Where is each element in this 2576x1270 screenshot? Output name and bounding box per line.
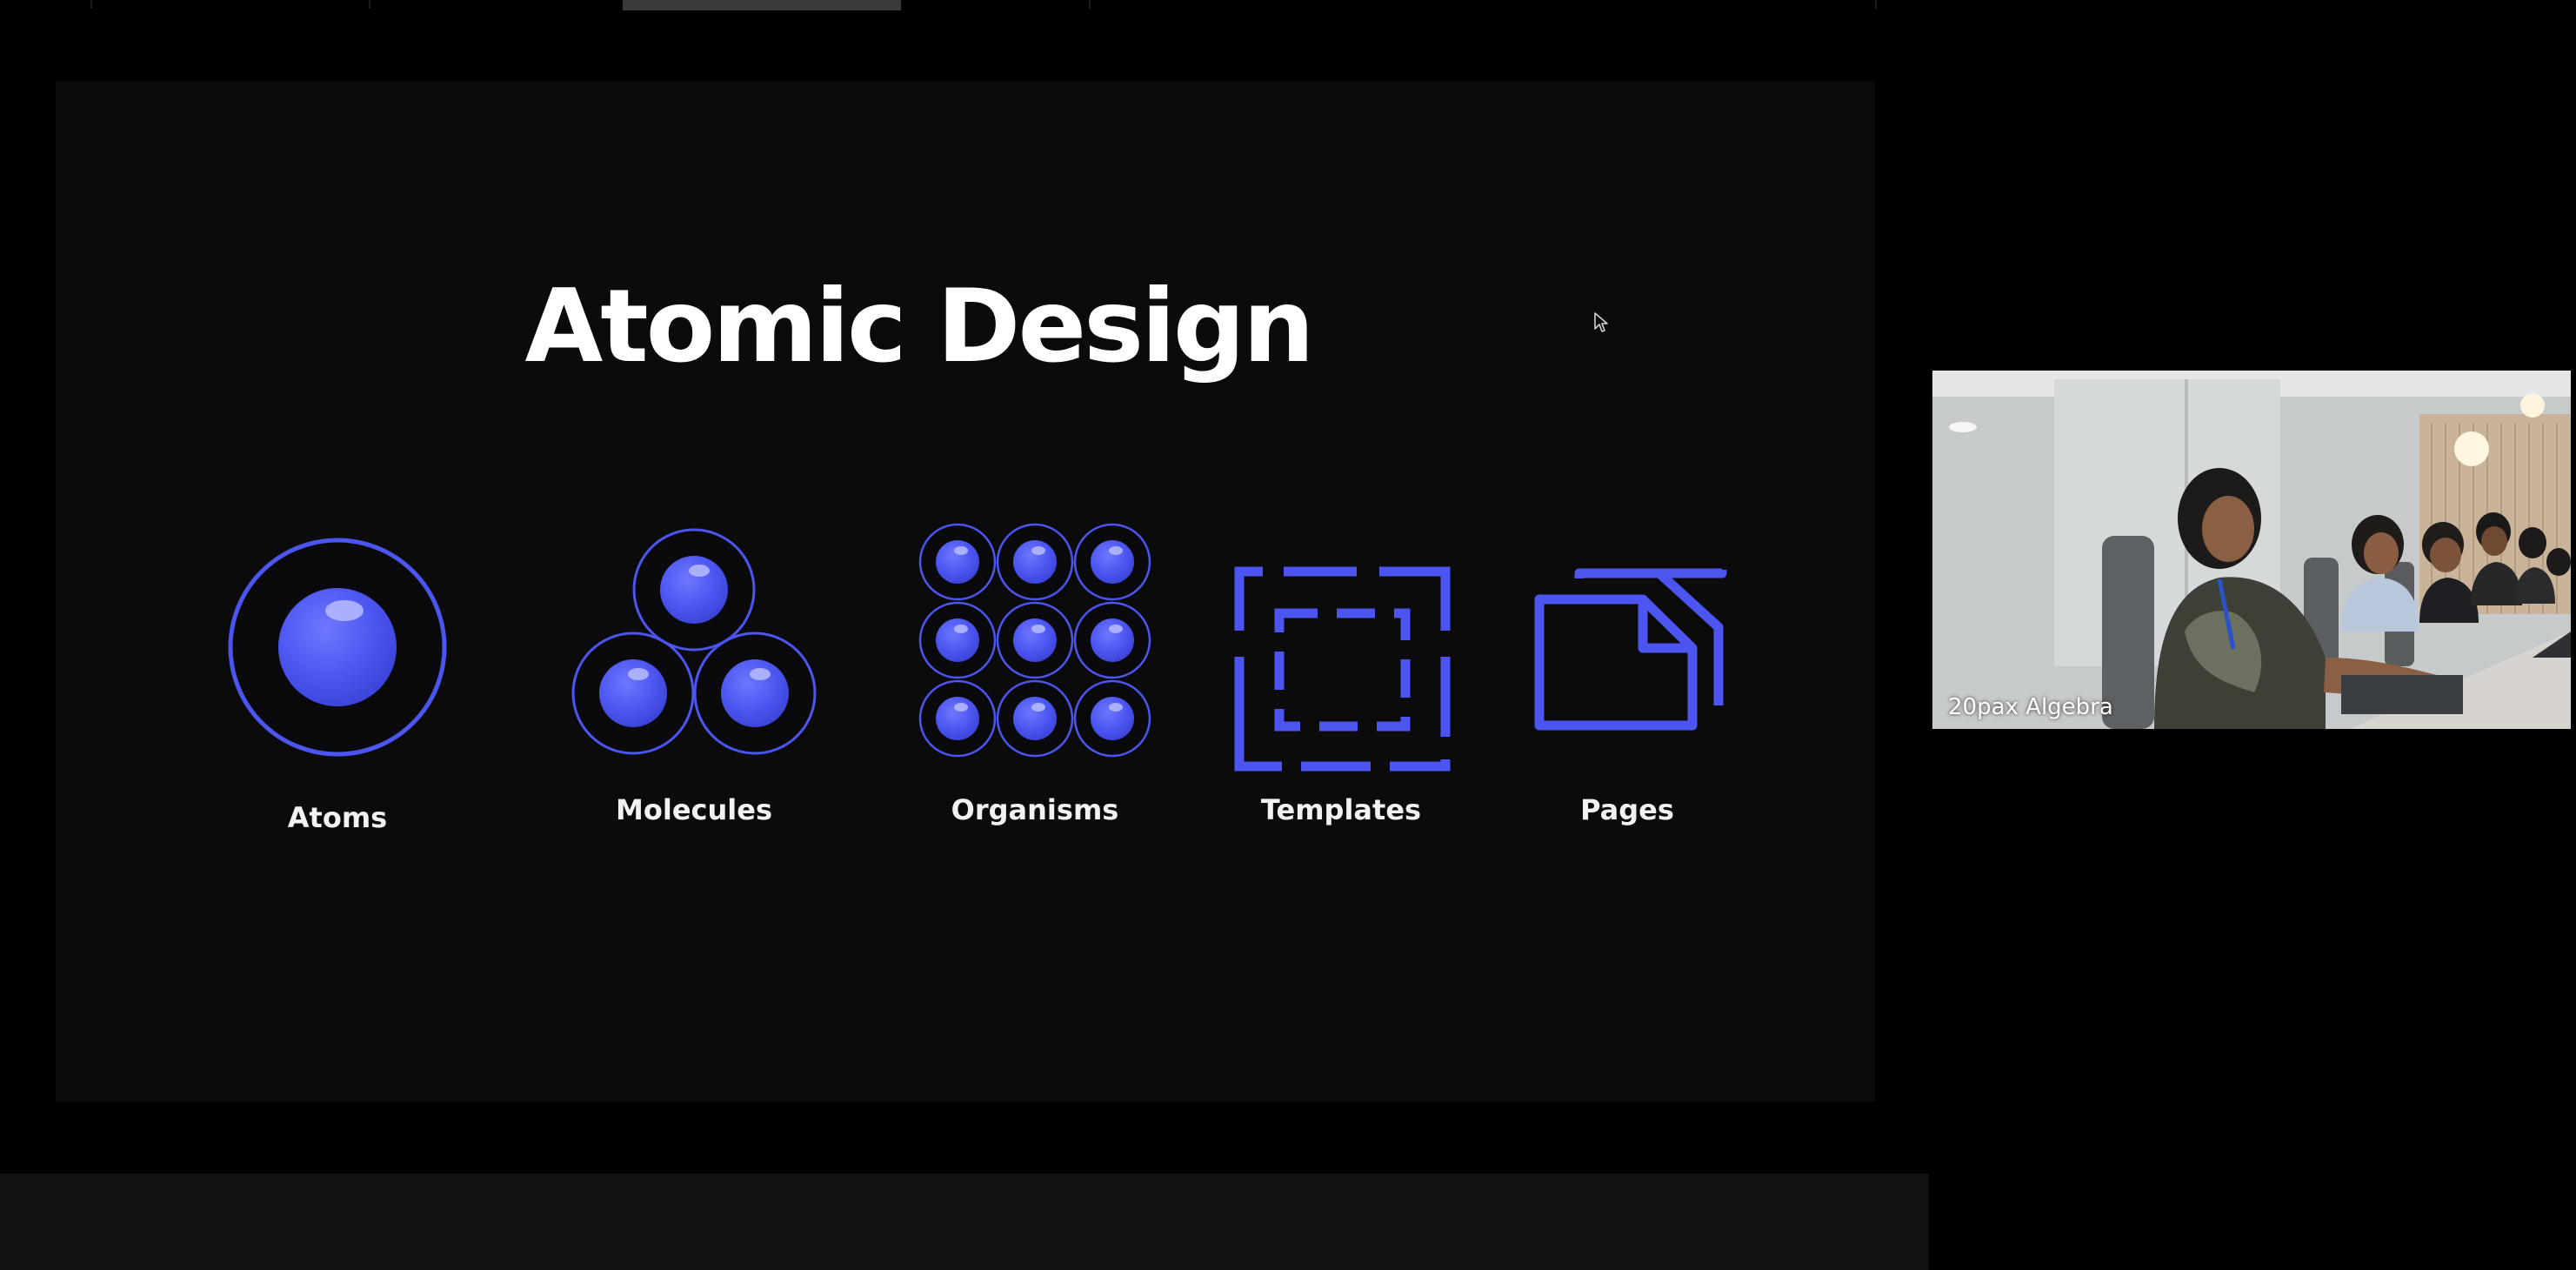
organism-cell-ball	[1013, 540, 1057, 584]
item-label-pages: Pages	[1580, 793, 1674, 826]
top-divider	[1089, 0, 1091, 9]
item-label-molecules: Molecules	[616, 793, 772, 826]
organism-cell-highlight	[954, 703, 968, 712]
item-label-organisms: Organisms	[951, 793, 1119, 826]
organism-cell-ball	[1013, 697, 1057, 740]
top-divider	[1875, 0, 1877, 9]
organism-cell-ball	[1091, 540, 1134, 584]
organism-cell-ball	[1091, 697, 1134, 740]
molecule-icon	[571, 528, 817, 755]
item-label-atoms: Atoms	[287, 801, 388, 834]
top-divider	[90, 0, 92, 9]
top-divider	[369, 0, 370, 9]
organism-cell-highlight	[1109, 703, 1123, 712]
participant-name: 20pax Algebra	[1948, 694, 2113, 720]
organism-cell-highlight	[1109, 625, 1123, 633]
share-tab-indicator[interactable]	[623, 0, 901, 10]
template-frame-icon	[1234, 566, 1451, 772]
organism-cell-ball	[936, 697, 979, 740]
organism-cell-ball	[936, 540, 979, 584]
organism-cell-highlight	[1031, 546, 1045, 555]
shared-slide: Atomic Design Atoms Molecules Organisms …	[56, 81, 1875, 1101]
organism-cell-highlight	[954, 546, 968, 555]
item-label-templates: Templates	[1260, 793, 1422, 826]
participant-video-tile[interactable]: 20pax Algebra	[1932, 371, 2571, 729]
meeting-screen: Atomic Design Atoms Molecules Organisms …	[0, 0, 2576, 1270]
organism-cell-highlight	[1031, 625, 1045, 633]
pages-icon	[1534, 568, 1727, 731]
organism-cell-highlight	[1109, 546, 1123, 555]
organism-cell-highlight	[954, 625, 968, 633]
atom-icon	[228, 538, 447, 757]
organism-cell-ball	[1091, 618, 1134, 662]
mouse-cursor-icon	[1594, 312, 1608, 332]
bottom-control-bar	[0, 1173, 1929, 1270]
organism-grid-icon	[918, 523, 1151, 758]
organism-cell-ball	[936, 618, 979, 662]
participant-video-feed	[1932, 371, 2571, 729]
organism-cell-ball	[1013, 618, 1057, 662]
organism-cell-highlight	[1031, 703, 1045, 712]
slide-graphics	[228, 523, 1727, 772]
